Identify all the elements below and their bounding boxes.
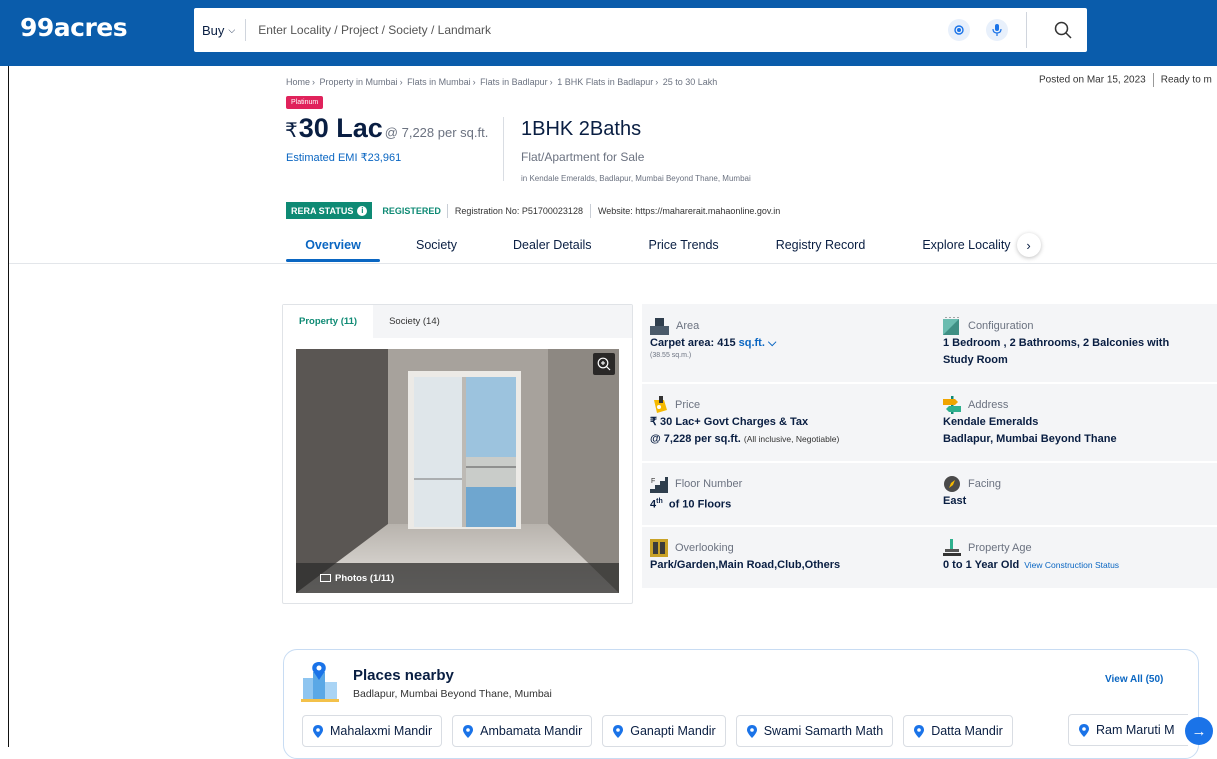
scroll-right-arrow-icon[interactable]: → <box>1185 717 1213 745</box>
microphone-icon[interactable] <box>986 19 1008 41</box>
map-pin-icon <box>914 724 925 738</box>
tab-dealer-details[interactable]: Dealer Details <box>513 228 592 262</box>
places-location: Badlapur, Mumbai Beyond Thane, Mumbai <box>353 688 552 700</box>
search-icon[interactable] <box>1045 12 1081 48</box>
map-pin-icon <box>463 724 474 738</box>
buy-dropdown[interactable]: Buy ⌵ <box>194 19 247 41</box>
breadcrumb-item[interactable]: Property in Mumbai <box>320 77 398 87</box>
room-photo-image <box>296 349 619 593</box>
breadcrumb-item[interactable]: 1 BHK Flats in Badlapur <box>557 77 653 87</box>
photo-icon <box>320 574 331 582</box>
rera-status-label: RERA STATUS i <box>286 202 373 219</box>
tab-property-photos[interactable]: Property (11) <box>283 305 374 338</box>
detail-property-age: Property Age 0 to 1 Year Old View Constru… <box>943 539 1215 574</box>
place-chip[interactable]: Ram Maruti M <box>1068 714 1188 746</box>
overlooking-icon <box>650 539 668 557</box>
places-chips: Mahalaxmi Mandir Ambamata Mandir Ganapti… <box>302 715 1013 747</box>
ready-status: Ready to m <box>1160 74 1212 86</box>
rupee-symbol: ₹ <box>285 120 298 142</box>
photo-gallery: Property (11) Society (14) Photos (1/11) <box>282 304 633 604</box>
area-icon <box>650 317 669 335</box>
view-all-places-link[interactable]: View All (50) <box>1105 674 1163 685</box>
map-pin-icon <box>313 724 323 738</box>
site-logo[interactable]: 99acres <box>20 13 128 42</box>
tab-overview[interactable]: Overview <box>286 228 380 262</box>
map-pin-icon <box>746 724 757 738</box>
search-divider <box>1026 12 1027 48</box>
rera-registered: REGISTERED <box>382 205 441 216</box>
detail-floor: F Floor Number 4th of 10 Floors <box>650 475 910 514</box>
places-nearby-card: Places nearby Badlapur, Mumbai Beyond Th… <box>283 649 1199 759</box>
page-left-border <box>8 66 9 747</box>
place-chip[interactable]: Ganapti Mandir <box>602 715 726 747</box>
area-unit-dropdown[interactable]: sq.ft. ⌵ <box>739 337 777 349</box>
property-photo[interactable]: Photos (1/11) <box>296 349 619 593</box>
price-per-sqft: @ 7,228 per sq.ft. <box>384 125 489 140</box>
floor-icon: F <box>650 477 668 493</box>
detail-facing: Facing East <box>943 475 1203 510</box>
property-details-panel: Area Carpet area: 415 sq.ft. ⌵ (38.55 sq.… <box>642 304 1217 588</box>
view-construction-status-link[interactable]: View Construction Status <box>1024 560 1119 570</box>
property-type: Flat/Apartment for Sale <box>521 150 645 164</box>
tab-registry-record[interactable]: Registry Record <box>776 228 866 262</box>
building-age-icon <box>943 539 961 556</box>
search-bar: Buy ⌵ <box>194 8 1087 52</box>
tab-price-trends[interactable]: Price Trends <box>649 228 719 262</box>
tab-society-photos[interactable]: Society (14) <box>373 305 456 338</box>
place-chip[interactable]: Ambamata Mandir <box>452 715 593 747</box>
section-tabs: Overview Society Dealer Details Price Tr… <box>286 228 1041 262</box>
photos-count: Photos (1/11) <box>335 572 395 584</box>
zoom-icon[interactable] <box>593 353 615 375</box>
breadcrumb-item[interactable]: Flats in Badlapur <box>480 77 548 87</box>
breadcrumb: Home › Property in Mumbai › Flats in Mumba… <box>286 77 718 87</box>
price-icon <box>654 396 667 413</box>
place-chip[interactable]: Datta Mandir <box>903 715 1013 747</box>
detail-area: Area Carpet area: 415 sq.ft. ⌵ (38.55 sq.… <box>650 317 910 359</box>
place-chip[interactable]: Swami Samarth Math <box>735 715 894 747</box>
detail-overlooking: Overlooking Park/Garden,Main Road,Club,O… <box>650 539 930 574</box>
locate-me-icon[interactable] <box>948 19 970 41</box>
svg-text:F: F <box>651 478 655 485</box>
places-title: Places nearby <box>353 667 454 684</box>
title-divider <box>503 117 504 181</box>
posted-info: Posted on Mar 15, 2023 Ready to m <box>1039 73 1212 87</box>
place-chip[interactable]: Mahalaxmi Mandir <box>302 715 443 747</box>
breadcrumb-item[interactable]: Flats in Mumbai <box>407 77 471 87</box>
detail-address: Address Kendale Emeralds Badlapur, Mumba… <box>943 396 1203 448</box>
emi-link[interactable]: Estimated EMI ₹23,961 <box>286 151 401 164</box>
detail-configuration: Configuration 1 Bedroom , 2 Bathrooms, 2… <box>943 317 1213 369</box>
chevron-down-icon: ⌵ <box>228 24 236 35</box>
info-icon[interactable]: i <box>357 205 368 216</box>
price-amount: 30 Lac <box>298 113 383 143</box>
property-location: in Kendale Emeralds, Badlapur, Mumbai Be… <box>521 174 751 183</box>
configuration-icon <box>943 317 961 335</box>
listing-title: 1BHK 2Baths <box>521 118 642 140</box>
map-pin-icon <box>613 724 624 738</box>
price-block: ₹ 30 Lac @ 7,228 per sq.ft. <box>285 113 488 144</box>
platinum-badge: Platinum <box>286 96 324 109</box>
top-header: 99acres Buy ⌵ <box>0 0 1217 66</box>
place-chip-clipped-wrapper: Ram Maruti M <box>1068 714 1188 746</box>
posted-date: Posted on Mar 15, 2023 <box>1039 74 1146 86</box>
rera-registration-no: Registration No: P51700023128 <box>454 205 583 216</box>
tabs-divider <box>9 263 1217 264</box>
search-input[interactable] <box>246 23 948 37</box>
compass-icon <box>944 476 960 492</box>
area-value: Carpet area: 415 <box>650 337 736 349</box>
buy-label: Buy <box>202 22 225 38</box>
tab-society[interactable]: Society <box>416 228 457 262</box>
tab-explore-locality[interactable]: Explore Locality <box>922 228 1010 262</box>
breadcrumb-item[interactable]: 25 to 30 Lakh <box>663 77 718 87</box>
map-pin-icon <box>1079 723 1089 737</box>
photos-counter-bar[interactable]: Photos (1/11) <box>296 563 619 593</box>
breadcrumb-item[interactable]: Home <box>286 77 310 87</box>
signpost-icon <box>943 396 961 414</box>
city-location-icon <box>301 662 339 707</box>
detail-price: Price ₹ 30 Lac+ Govt Charges & Tax @ 7,2… <box>650 396 910 448</box>
area-sqm: (38.55 sq.m.) <box>650 352 692 359</box>
rera-website[interactable]: Website: https://maharerait.mahaonline.g… <box>591 206 787 216</box>
gallery-tabs: Property (11) Society (14) <box>283 305 632 338</box>
chevron-right-icon[interactable]: › <box>1016 233 1041 257</box>
rera-strip: RERA STATUS i REGISTERED Registration No:… <box>286 202 787 219</box>
